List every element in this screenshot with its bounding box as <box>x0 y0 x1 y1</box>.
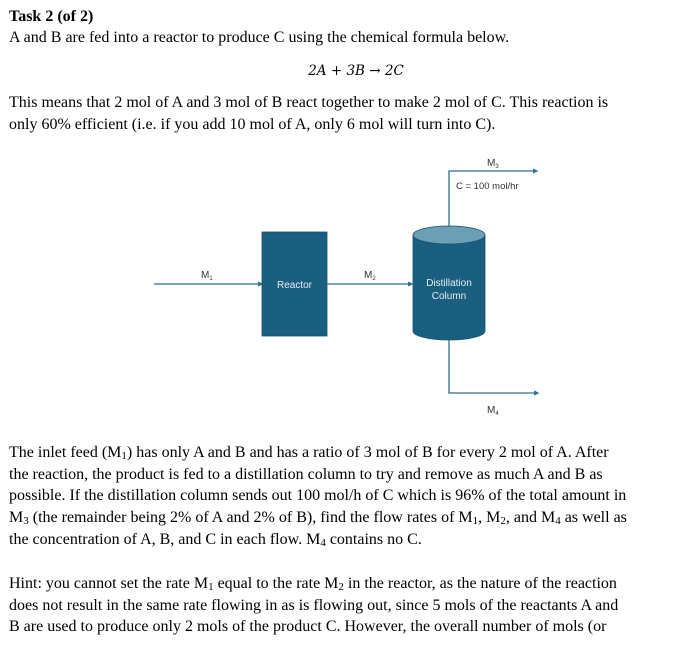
hint-text: Hint: you cannot set the rate M1 equal t… <box>9 573 685 638</box>
problem-statement-line: possible. If the distillation column sen… <box>9 487 627 505</box>
hint-line: B are used to produce only 2 mols of the… <box>9 618 607 636</box>
problem-statement-line: the reaction, the product is fed to a di… <box>9 465 603 483</box>
stream-m3-line <box>448 168 539 226</box>
stream-m4-label: M4 <box>487 405 499 417</box>
problem-statement-line: M3 (the remainder being 2% of A and 2% o… <box>9 509 627 528</box>
stream-m2-label: M2 <box>364 270 376 282</box>
problem-statement-line: The inlet feed (M1) has only A and B and… <box>9 444 609 462</box>
hint-line: Hint: you cannot set the rate M1 equal t… <box>9 575 617 593</box>
reactor-label: Reactor <box>277 280 313 291</box>
hint-line: does not result in the same rate flowing… <box>9 596 619 614</box>
problem-statement: The inlet feed (M1) has only A and B and… <box>9 442 685 551</box>
stream-m4-line <box>448 340 540 396</box>
stream-m3-label: M3 <box>487 158 499 170</box>
stream-m1-label: M1 <box>201 270 213 282</box>
stream-m3-annotation: C = 100 mol/hr <box>456 181 519 192</box>
column-label-line2: Column <box>432 291 466 302</box>
column-label-line1: Distillation <box>426 278 472 289</box>
problem-statement-line: the concentration of A, B, and C in each… <box>9 530 422 549</box>
process-flow-diagram: M1 Reactor M2 M3 C = 100 mol/hr Distilla… <box>154 158 540 417</box>
